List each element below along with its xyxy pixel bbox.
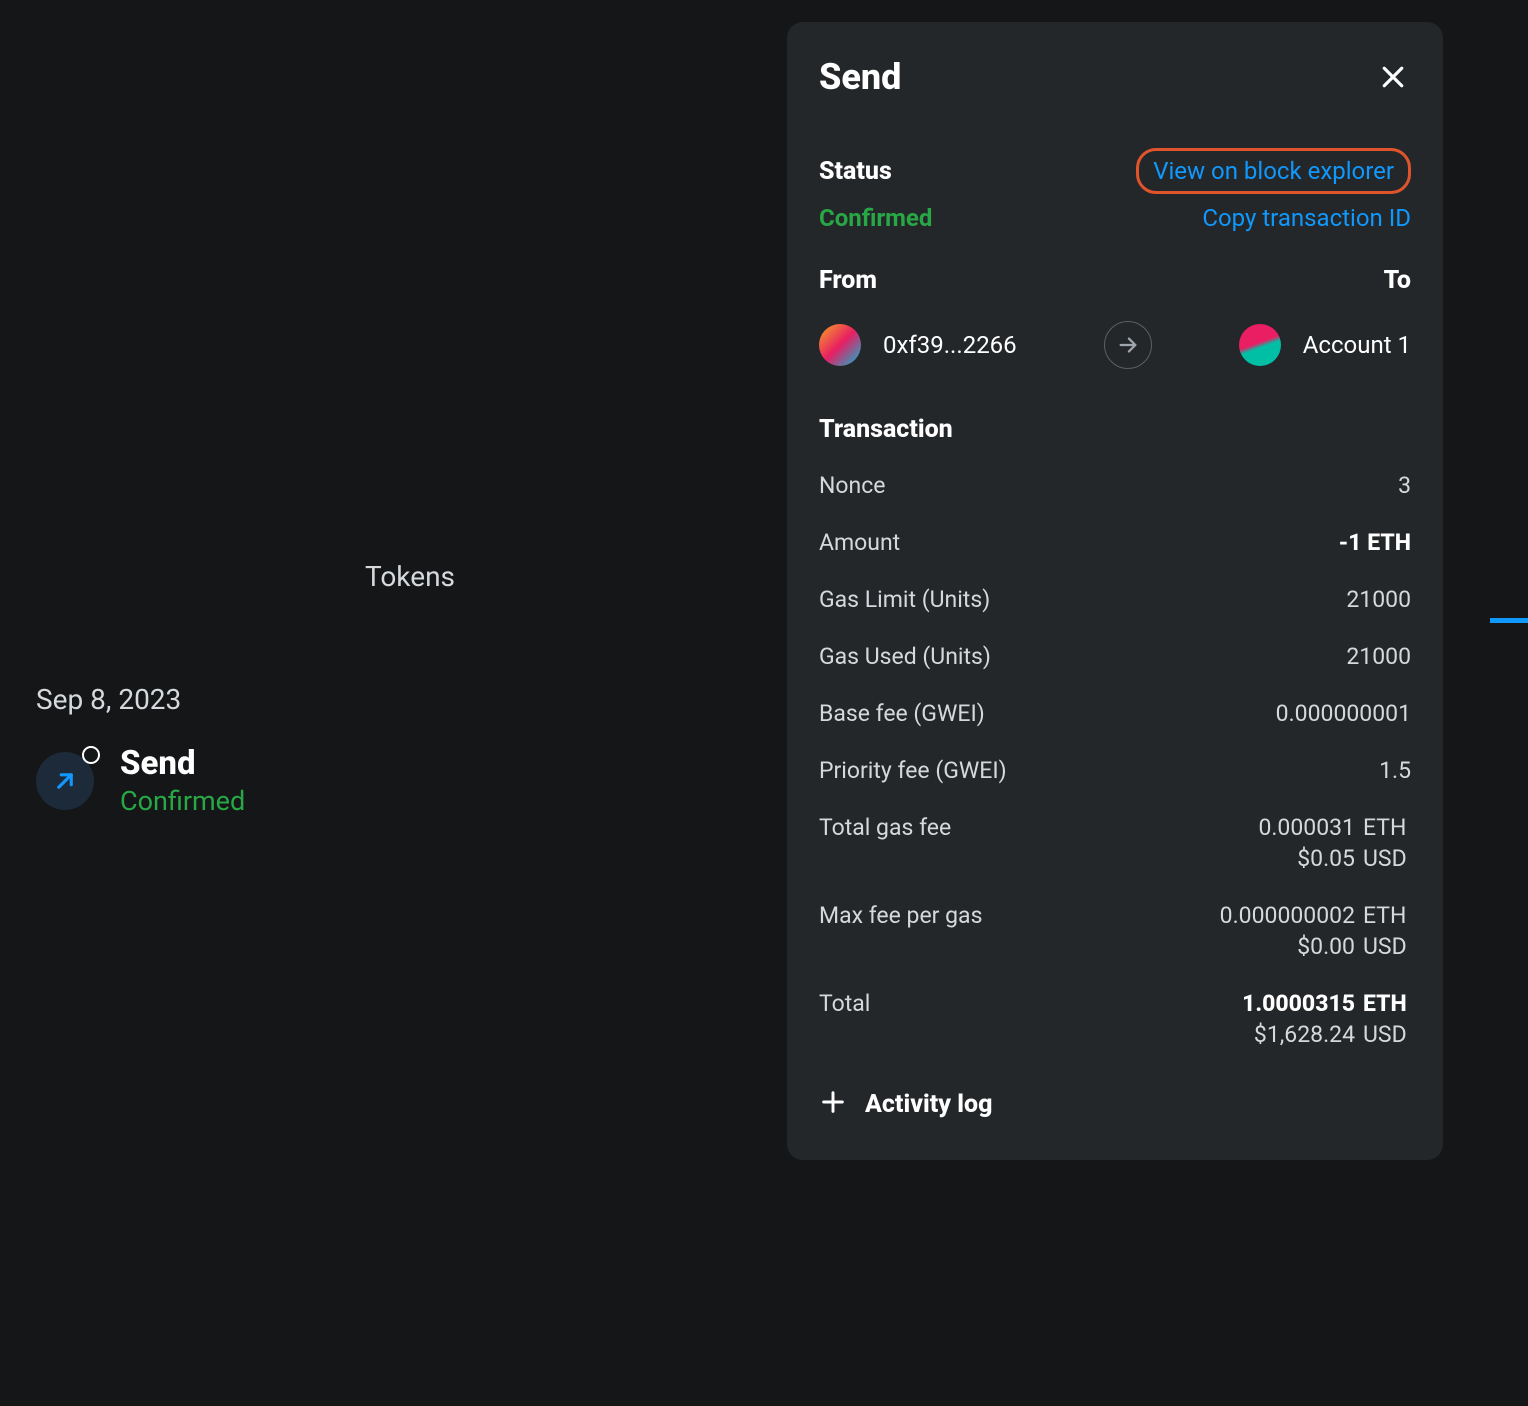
gas-limit-label: Gas Limit (Units) [819, 586, 990, 613]
tokens-tab-label[interactable]: Tokens [0, 560, 780, 593]
row-nonce: Nonce 3 [819, 472, 1411, 499]
row-amount: Amount -1 ETH [819, 529, 1411, 556]
to-avatar [1239, 324, 1281, 366]
amount-label: Amount [819, 529, 900, 556]
status-confirmed: Confirmed [819, 204, 932, 232]
close-button[interactable] [1375, 59, 1411, 95]
status-label: Status [819, 157, 892, 186]
to-account[interactable]: Account 1 [1239, 324, 1411, 366]
to-label: To [1384, 266, 1411, 295]
gas-used-label: Gas Used (Units) [819, 643, 991, 670]
from-label: From [819, 266, 877, 295]
arrow-right-icon [1104, 321, 1152, 369]
transaction-list-item[interactable]: Send Confirmed [0, 744, 780, 817]
nonce-label: Nonce [819, 472, 885, 499]
from-avatar [819, 324, 861, 366]
row-gas-limit: Gas Limit (Units) 21000 [819, 586, 1411, 613]
row-total: Total 1.0000315ETH $1,628.24USD [819, 990, 1411, 1048]
view-on-block-explorer-link[interactable]: View on block explorer [1136, 148, 1411, 194]
total-gas-fee-value: 0.000031ETH $0.05USD [1258, 814, 1411, 872]
panel-title: Send [819, 56, 901, 98]
transaction-section-title: Transaction [819, 415, 1411, 444]
transaction-title: Send [120, 744, 245, 783]
base-fee-value: 0.000000001 [1276, 700, 1411, 727]
row-total-gas-fee: Total gas fee 0.000031ETH $0.05USD [819, 814, 1411, 872]
total-label: Total [819, 990, 870, 1017]
date-header: Sep 8, 2023 [0, 683, 780, 716]
copy-transaction-id-link[interactable]: Copy transaction ID [1202, 204, 1411, 232]
from-account[interactable]: 0xf39...2266 [819, 324, 1017, 366]
amount-value: -1 ETH [1339, 529, 1411, 556]
status-header-row: Status View on block explorer [819, 148, 1411, 194]
max-fee-label: Max fee per gas [819, 902, 982, 929]
send-icon [36, 752, 94, 810]
total-value: 1.0000315ETH $1,628.24USD [1242, 990, 1411, 1048]
total-gas-fee-label: Total gas fee [819, 814, 951, 841]
priority-fee-label: Priority fee (GWEI) [819, 757, 1007, 784]
activity-log-label: Activity log [865, 1090, 992, 1119]
plus-icon [819, 1088, 847, 1120]
to-address: Account 1 [1303, 331, 1411, 359]
row-priority-fee: Priority fee (GWEI) 1.5 [819, 757, 1411, 784]
gas-used-value: 21000 [1346, 643, 1411, 670]
row-gas-used: Gas Used (Units) 21000 [819, 643, 1411, 670]
accent-bar [1490, 618, 1528, 623]
transaction-info: Send Confirmed [120, 744, 245, 817]
row-max-fee: Max fee per gas 0.000000002ETH $0.00USD [819, 902, 1411, 960]
max-fee-value: 0.000000002ETH $0.00USD [1220, 902, 1411, 960]
priority-fee-value: 1.5 [1379, 757, 1411, 784]
main-content: Tokens Sep 8, 2023 Send Confirmed [0, 0, 780, 1406]
nonce-value: 3 [1398, 472, 1411, 499]
panel-header: Send [819, 56, 1411, 98]
base-fee-label: Base fee (GWEI) [819, 700, 985, 727]
from-to-row: 0xf39...2266 Account 1 [819, 321, 1411, 369]
from-to-header: From To [819, 266, 1411, 295]
status-value-row: Confirmed Copy transaction ID [819, 204, 1411, 232]
row-base-fee: Base fee (GWEI) 0.000000001 [819, 700, 1411, 727]
from-address: 0xf39...2266 [883, 331, 1017, 359]
activity-log-toggle[interactable]: Activity log [819, 1088, 1411, 1120]
transaction-status: Confirmed [120, 785, 245, 817]
network-badge [82, 746, 100, 764]
gas-limit-value: 21000 [1346, 586, 1411, 613]
transaction-detail-panel: Send Status View on block explorer Confi… [787, 22, 1443, 1160]
